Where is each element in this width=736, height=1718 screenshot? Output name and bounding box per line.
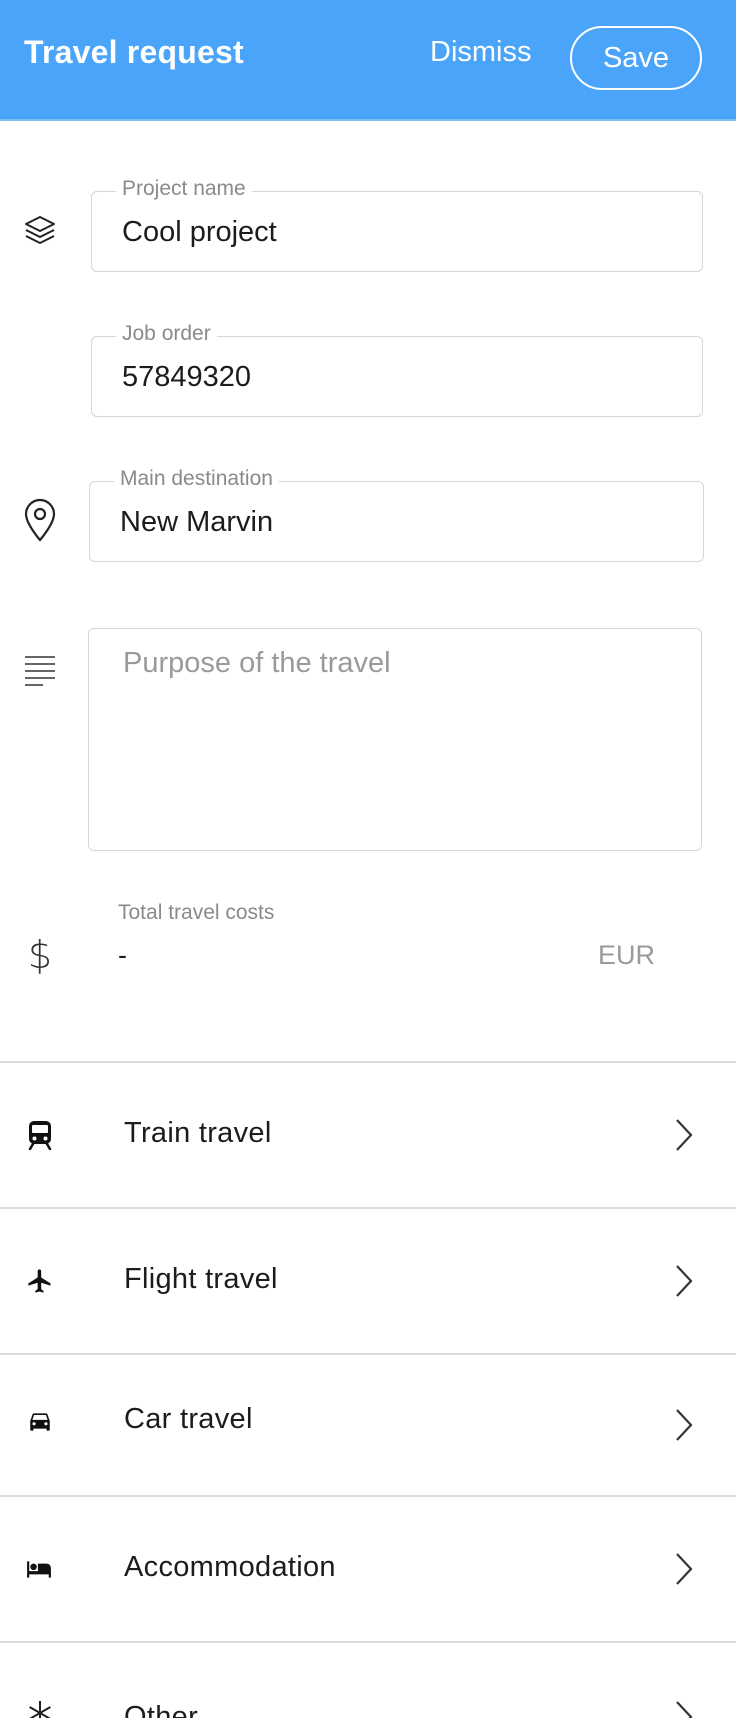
main-destination-label: Main destination [114,467,279,491]
category-row-flight[interactable]: Flight travel [0,1209,736,1353]
car-icon [24,1405,56,1437]
main-destination-field[interactable]: Main destination New Marvin [89,467,704,562]
chevron-right-icon [672,1405,696,1445]
category-row-train[interactable]: Train travel [0,1063,736,1207]
airplane-icon [24,1265,56,1297]
job-order-field[interactable]: Job order 57849320 [91,322,703,417]
category-label: Accommodation [124,1551,336,1583]
project-name-label: Project name [116,177,252,201]
save-button[interactable]: Save [570,26,702,90]
total-costs-label: Total travel costs [118,901,275,924]
app-bar: Travel request Dismiss Save [0,0,736,121]
category-row-other[interactable]: Other [0,1643,736,1718]
category-row-accommodation[interactable]: Accommodation [0,1497,736,1641]
purpose-textarea[interactable]: Purpose of the travel [88,628,702,851]
total-costs-value: - [118,940,127,970]
bed-icon [22,1553,56,1585]
chevron-right-icon [672,1549,696,1589]
category-label: Flight travel [124,1263,278,1295]
chevron-right-icon [672,1115,696,1155]
page-title: Travel request [24,34,244,70]
chevron-right-icon [672,1697,696,1718]
dollar-icon: $ [27,933,53,977]
project-name-value: Cool project [122,216,277,248]
chevron-right-icon [672,1261,696,1301]
layers-icon [20,210,60,250]
asterisk-icon [24,1697,56,1718]
notes-icon [20,650,60,690]
purpose-placeholder: Purpose of the travel [123,647,391,679]
train-icon [24,1119,56,1151]
dismiss-button[interactable]: Dismiss [430,36,532,69]
category-row-car[interactable]: Car travel [0,1355,736,1499]
project-name-field[interactable]: Project name Cool project [91,177,703,272]
main-destination-value: New Marvin [120,506,274,538]
total-costs-currency: EUR [598,940,656,970]
job-order-label: Job order [116,322,217,346]
category-label: Train travel [124,1117,272,1149]
location-pin-icon [18,496,62,544]
job-order-value: 57849320 [122,361,252,393]
category-label: Other [124,1701,199,1718]
category-label: Car travel [124,1403,253,1435]
